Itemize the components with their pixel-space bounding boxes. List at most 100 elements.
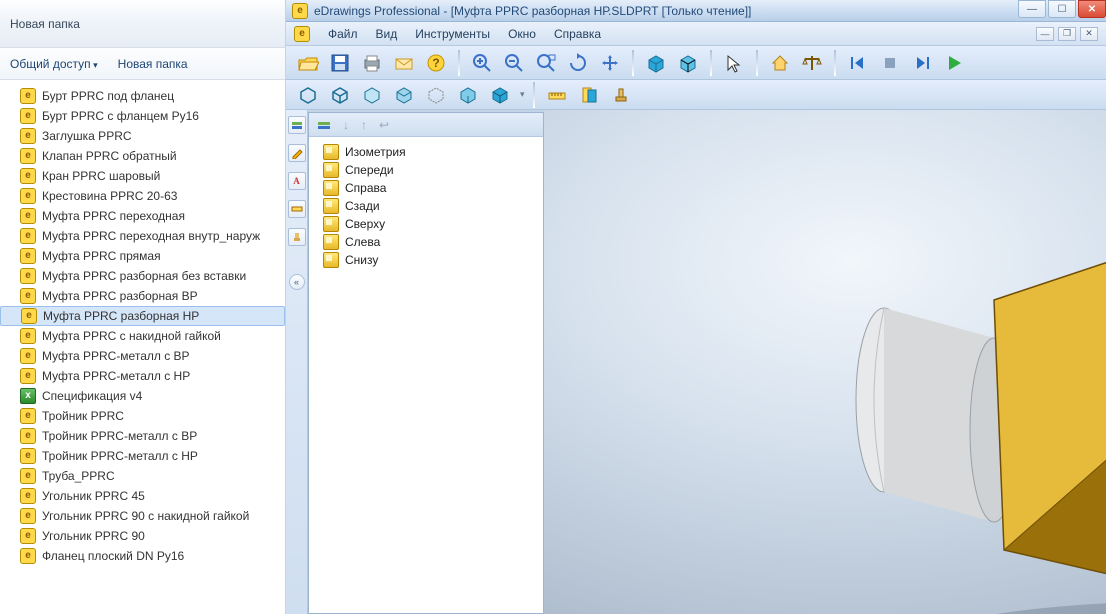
wire1-icon[interactable] (294, 81, 322, 109)
menu-tools[interactable]: Инструменты (415, 27, 490, 41)
stop-icon[interactable] (876, 49, 904, 77)
view-item[interactable]: Слева (313, 233, 539, 251)
file-item[interactable]: Муфта PPRC разборная НР (0, 306, 285, 326)
split-area: ↓ ↑ ↩ ИзометрияСпередиСправаСзадиСверхуС… (308, 110, 1106, 614)
svg-text:?: ? (432, 56, 439, 70)
down-icon[interactable]: ↓ (343, 118, 349, 132)
view-item[interactable]: Снизу (313, 251, 539, 269)
text-icon[interactable]: A (288, 172, 306, 190)
rotate-icon[interactable] (564, 49, 592, 77)
menu-help[interactable]: Справка (554, 27, 601, 41)
file-item[interactable]: Угольник PPRC 45 (0, 486, 285, 506)
zoom-out-icon[interactable] (500, 49, 528, 77)
shaded-icon[interactable] (642, 49, 670, 77)
pencil-icon[interactable] (288, 144, 306, 162)
file-item[interactable]: Муфта PPRC переходная внутр_наруж (0, 226, 285, 246)
collapse-button[interactable]: « (289, 274, 305, 290)
first-icon[interactable] (844, 49, 872, 77)
menu-view[interactable]: Вид (376, 27, 398, 41)
mdi-restore[interactable]: ❐ (1058, 27, 1076, 41)
breadcrumb[interactable]: Новая папка (10, 17, 80, 31)
file-label: Крестовина PPRC 20-63 (42, 189, 177, 203)
zoom-area-icon[interactable] (532, 49, 560, 77)
menu-file[interactable]: Файл (328, 27, 358, 41)
minimize-button[interactable]: — (1018, 0, 1046, 18)
edrawings-file-icon (20, 168, 36, 184)
file-label: Угольник PPRC 90 (42, 529, 145, 543)
help-icon[interactable]: ? (422, 49, 450, 77)
edrawings-file-icon (20, 508, 36, 524)
view-item[interactable]: Изометрия (313, 143, 539, 161)
ruler-icon[interactable] (288, 200, 306, 218)
file-item[interactable]: Бурт PPRC с фланцем Ру16 (0, 106, 285, 126)
view-item[interactable]: Спереди (313, 161, 539, 179)
file-item[interactable]: Труба_PPRC (0, 466, 285, 486)
file-item[interactable]: Муфта PPRC с накидной гайкой (0, 326, 285, 346)
window-controls: — ☐ ✕ (1016, 0, 1106, 21)
wire5-icon[interactable] (422, 81, 450, 109)
zoom-in-icon[interactable] (468, 49, 496, 77)
file-label: Угольник PPRC 45 (42, 489, 145, 503)
menu-window[interactable]: Окно (508, 27, 536, 41)
maximize-button[interactable]: ☐ (1048, 0, 1076, 18)
workarea: A « ↓ ↑ ↩ ИзометрияСпередиСправаСзадиСве… (286, 110, 1106, 614)
file-item[interactable]: Фланец плоский DN Ру16 (0, 546, 285, 566)
wire2-icon[interactable] (326, 81, 354, 109)
file-item[interactable]: Муфта PPRC-металл с ВР (0, 346, 285, 366)
redo-icon[interactable]: ↩ (379, 118, 389, 132)
view-item[interactable]: Сверху (313, 215, 539, 233)
mdi-close[interactable]: ✕ (1080, 27, 1098, 41)
file-item[interactable]: Муфта PPRC прямая (0, 246, 285, 266)
file-item[interactable]: Спецификация v4 (0, 386, 285, 406)
view-item[interactable]: Справа (313, 179, 539, 197)
file-item[interactable]: Заглушка PPRC (0, 126, 285, 146)
file-item[interactable]: Тройник PPRC-металл с НР (0, 446, 285, 466)
pan-icon[interactable] (596, 49, 624, 77)
stamp-icon[interactable] (607, 81, 635, 109)
wire6-icon[interactable] (454, 81, 482, 109)
measure-icon[interactable] (543, 81, 571, 109)
close-button[interactable]: ✕ (1078, 0, 1106, 18)
view-item[interactable]: Сзади (313, 197, 539, 215)
home-icon[interactable] (766, 49, 794, 77)
section-icon[interactable] (575, 81, 603, 109)
mail-icon[interactable] (390, 49, 418, 77)
file-label: Клапан PPRC обратный (42, 149, 177, 163)
tree-header: ↓ ↑ ↩ (309, 113, 543, 137)
select-icon[interactable] (720, 49, 748, 77)
file-label: Муфта PPRC разборная ВР (42, 289, 198, 303)
file-item[interactable]: Муфта PPRC разборная ВР (0, 286, 285, 306)
last-icon[interactable] (908, 49, 936, 77)
file-item[interactable]: Тройник PPRC (0, 406, 285, 426)
file-item[interactable]: Крестовина PPRC 20-63 (0, 186, 285, 206)
wire3-icon[interactable] (358, 81, 386, 109)
up-icon[interactable]: ↑ (361, 118, 367, 132)
file-item[interactable]: Кран PPRC шаровый (0, 166, 285, 186)
3d-viewport[interactable] (544, 110, 1106, 614)
solid-cube-icon[interactable] (486, 81, 514, 109)
new-folder-button[interactable]: Новая папка (118, 57, 188, 71)
stamp2-icon[interactable] (288, 228, 306, 246)
layers-icon[interactable] (288, 116, 306, 134)
balance-icon[interactable] (798, 49, 826, 77)
mdi-minimize[interactable]: — (1036, 27, 1054, 41)
file-item[interactable]: Муфта PPRC переходная (0, 206, 285, 226)
file-item[interactable]: Муфта PPRC разборная без вставки (0, 266, 285, 286)
file-item[interactable]: Угольник PPRC 90 (0, 526, 285, 546)
print-icon[interactable] (358, 49, 386, 77)
shaded-edges-icon[interactable] (674, 49, 702, 77)
open-icon[interactable] (294, 49, 322, 77)
save-icon[interactable] (326, 49, 354, 77)
file-item[interactable]: Угольник PPRC 90 с накидной гайкой (0, 506, 285, 526)
file-item[interactable]: Муфта PPRC-металл с НР (0, 366, 285, 386)
file-item[interactable]: Клапан PPRC обратный (0, 146, 285, 166)
views-list: ИзометрияСпередиСправаСзадиСверхуСлеваСн… (309, 137, 543, 275)
file-item[interactable]: Тройник PPRC-металл с ВР (0, 426, 285, 446)
file-label: Муфта PPRC переходная внутр_наруж (42, 229, 260, 243)
wire4-icon[interactable] (390, 81, 418, 109)
main-toolbar: ? (286, 46, 1106, 80)
file-item[interactable]: Бурт PPRC под фланец (0, 86, 285, 106)
dropdown-chev-icon[interactable]: ▾ (518, 89, 525, 100)
share-dropdown[interactable]: Общий доступ (10, 57, 98, 71)
play-icon[interactable] (940, 49, 968, 77)
